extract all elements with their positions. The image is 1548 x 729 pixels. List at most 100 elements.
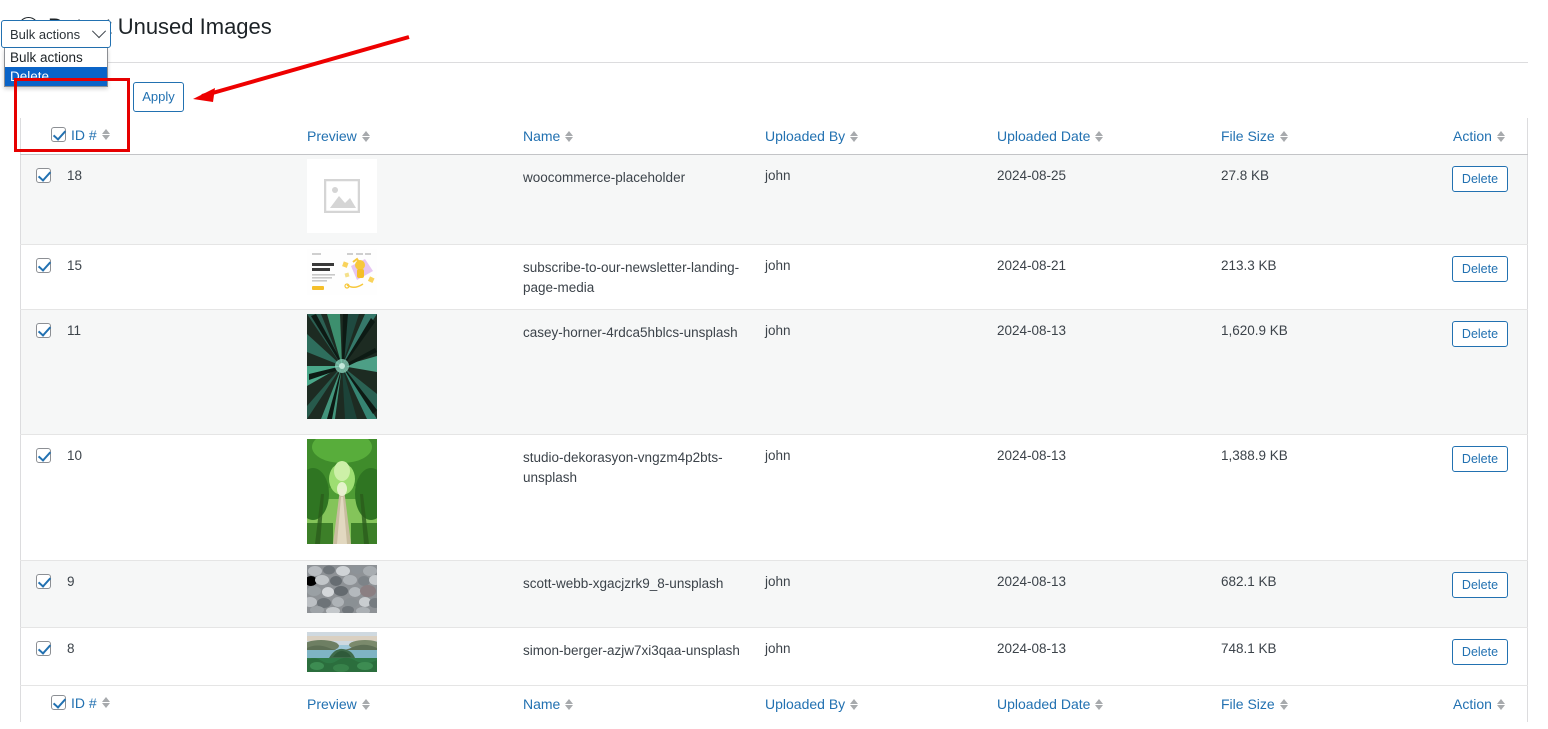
sort-icon[interactable] (361, 130, 370, 142)
thumbnail-coast (307, 632, 377, 672)
column-header-file-size-label: File Size (1221, 128, 1275, 144)
sort-icon[interactable] (1279, 698, 1288, 710)
delete-button[interactable]: Delete (1452, 256, 1508, 282)
sort-icon[interactable] (1095, 698, 1104, 710)
cell-name: studio-dekorasyon-vngzm4p2bts-unsplash (523, 434, 765, 561)
delete-button[interactable]: Delete (1452, 446, 1508, 472)
footer-column-header-uploaded-date[interactable]: Uploaded Date (997, 685, 1221, 722)
bulk-actions-option-list[interactable]: Bulk actions Delete (4, 48, 108, 87)
footer-column-header-name[interactable]: Name (523, 685, 765, 722)
cell-uploaded-date: 2024-08-21 (997, 244, 1221, 310)
cell-preview (291, 244, 523, 310)
column-header-action-label: Action (1453, 128, 1492, 144)
cell-action: Delete (1441, 560, 1528, 628)
row-checkbox[interactable] (36, 258, 51, 273)
cell-id: 9 (20, 560, 291, 628)
sort-icon[interactable] (1496, 130, 1505, 142)
bulk-actions-toolbar (20, 62, 1528, 118)
table-row: 8 simon-berger-azjw7xi3qaa-unsplash john… (20, 627, 1528, 686)
cell-uploaded-date: 2024-08-25 (997, 154, 1221, 245)
cell-file-size: 748.1 KB (1221, 627, 1441, 686)
row-id: 15 (67, 258, 83, 273)
chevron-down-icon (91, 24, 107, 39)
row-checkbox[interactable] (36, 448, 51, 463)
cell-uploaded-by: john (765, 560, 997, 628)
column-header-id[interactable]: ID # (20, 118, 291, 155)
footer-column-header-uploaded-by[interactable]: Uploaded By (765, 685, 997, 722)
cell-action: Delete (1441, 627, 1528, 686)
delete-button[interactable]: Delete (1452, 166, 1508, 192)
bulk-option-delete[interactable]: Delete (5, 67, 107, 86)
cell-preview (291, 434, 523, 561)
cell-id: 18 (20, 154, 291, 245)
cell-uploaded-date: 2024-08-13 (997, 627, 1221, 686)
delete-button[interactable]: Delete (1452, 321, 1508, 347)
bulk-actions-select[interactable]: Bulk actions (1, 20, 111, 48)
footer-column-header-uploaded-date-label: Uploaded Date (997, 696, 1091, 712)
column-header-uploaded-date[interactable]: Uploaded Date (997, 118, 1221, 155)
table-row: 18 woocommerce-placeholder john 2024-08-… (20, 154, 1528, 245)
footer-column-header-id-label: ID # (71, 694, 97, 711)
cell-uploaded-date: 2024-08-13 (997, 434, 1221, 561)
sort-icon[interactable] (565, 130, 574, 142)
row-checkbox[interactable] (36, 641, 51, 656)
column-header-action[interactable]: Action (1441, 118, 1528, 155)
row-checkbox[interactable] (36, 168, 51, 183)
row-id: 10 (67, 448, 83, 463)
delete-button[interactable]: Delete (1452, 572, 1508, 598)
column-header-preview[interactable]: Preview (291, 118, 523, 155)
select-all-checkbox[interactable] (51, 127, 66, 143)
cell-uploaded-by: john (765, 309, 997, 435)
footer-column-header-file-size-label: File Size (1221, 696, 1275, 712)
cell-id: 10 (20, 434, 291, 561)
apply-button[interactable]: Apply (133, 82, 184, 112)
bulk-actions-select-value: Bulk actions (10, 26, 81, 42)
sort-icon[interactable] (1496, 698, 1505, 710)
sort-icon[interactable] (1095, 130, 1104, 142)
cell-file-size: 27.8 KB (1221, 154, 1441, 245)
cell-preview (291, 154, 523, 245)
sort-icon[interactable] (565, 698, 574, 710)
footer-column-header-file-size[interactable]: File Size (1221, 685, 1441, 722)
image-name: casey-horner-4rdca5hblcs-unsplash (523, 325, 738, 340)
table-row: 11 casey-horner-4rdca5hblcs-unsplash joh… (20, 309, 1528, 435)
bulk-option-bulk-actions[interactable]: Bulk actions (5, 48, 107, 67)
sort-icon[interactable] (1279, 130, 1288, 142)
delete-button[interactable]: Delete (1452, 639, 1508, 665)
cell-id: 11 (20, 309, 291, 435)
column-header-uploaded-by-label: Uploaded By (765, 128, 846, 144)
row-checkbox[interactable] (36, 323, 51, 338)
row-id: 8 (67, 641, 75, 656)
table-body: 18 woocommerce-placeholder john 2024-08-… (20, 154, 1528, 686)
sort-icon[interactable] (850, 698, 859, 710)
footer-column-header-preview[interactable]: Preview (291, 685, 523, 722)
table-row: 9 scott-webb-xgacjzrk9_8-unsplash john 2… (20, 560, 1528, 628)
sort-icon[interactable] (361, 698, 370, 710)
cell-uploaded-by: john (765, 434, 997, 561)
image-name: woocommerce-placeholder (523, 170, 686, 185)
column-header-uploaded-by[interactable]: Uploaded By (765, 118, 997, 155)
sort-icon[interactable] (850, 130, 859, 142)
cell-preview (291, 309, 523, 435)
footer-column-header-action[interactable]: Action (1441, 685, 1528, 722)
image-placeholder-icon (324, 179, 360, 213)
cell-action: Delete (1441, 244, 1528, 310)
column-header-file-size[interactable]: File Size (1221, 118, 1441, 155)
cell-uploaded-date: 2024-08-13 (997, 309, 1221, 435)
sort-icon[interactable] (101, 697, 110, 709)
cell-name: simon-berger-azjw7xi3qaa-unsplash (523, 627, 765, 686)
row-checkbox[interactable] (36, 574, 51, 589)
thumbnail-placeholder (307, 159, 377, 233)
bulk-actions-dropdown[interactable]: Bulk actions Bulk actions Delete (1, 20, 111, 87)
cell-preview (291, 627, 523, 686)
cell-file-size: 213.3 KB (1221, 244, 1441, 310)
cell-file-size: 1,620.9 KB (1221, 309, 1441, 435)
image-name: subscribe-to-our-newsletter-landing-page… (523, 260, 740, 295)
sort-icon[interactable] (101, 129, 110, 141)
table-row: 10 studio-dekorasyon-vngzm4p2bts-unsplas… (20, 434, 1528, 561)
select-all-checkbox-footer[interactable] (51, 695, 66, 711)
cell-file-size: 682.1 KB (1221, 560, 1441, 628)
thumbnail-pebbles (307, 565, 377, 613)
column-header-name[interactable]: Name (523, 118, 765, 155)
footer-column-header-id[interactable]: ID # (20, 685, 291, 722)
